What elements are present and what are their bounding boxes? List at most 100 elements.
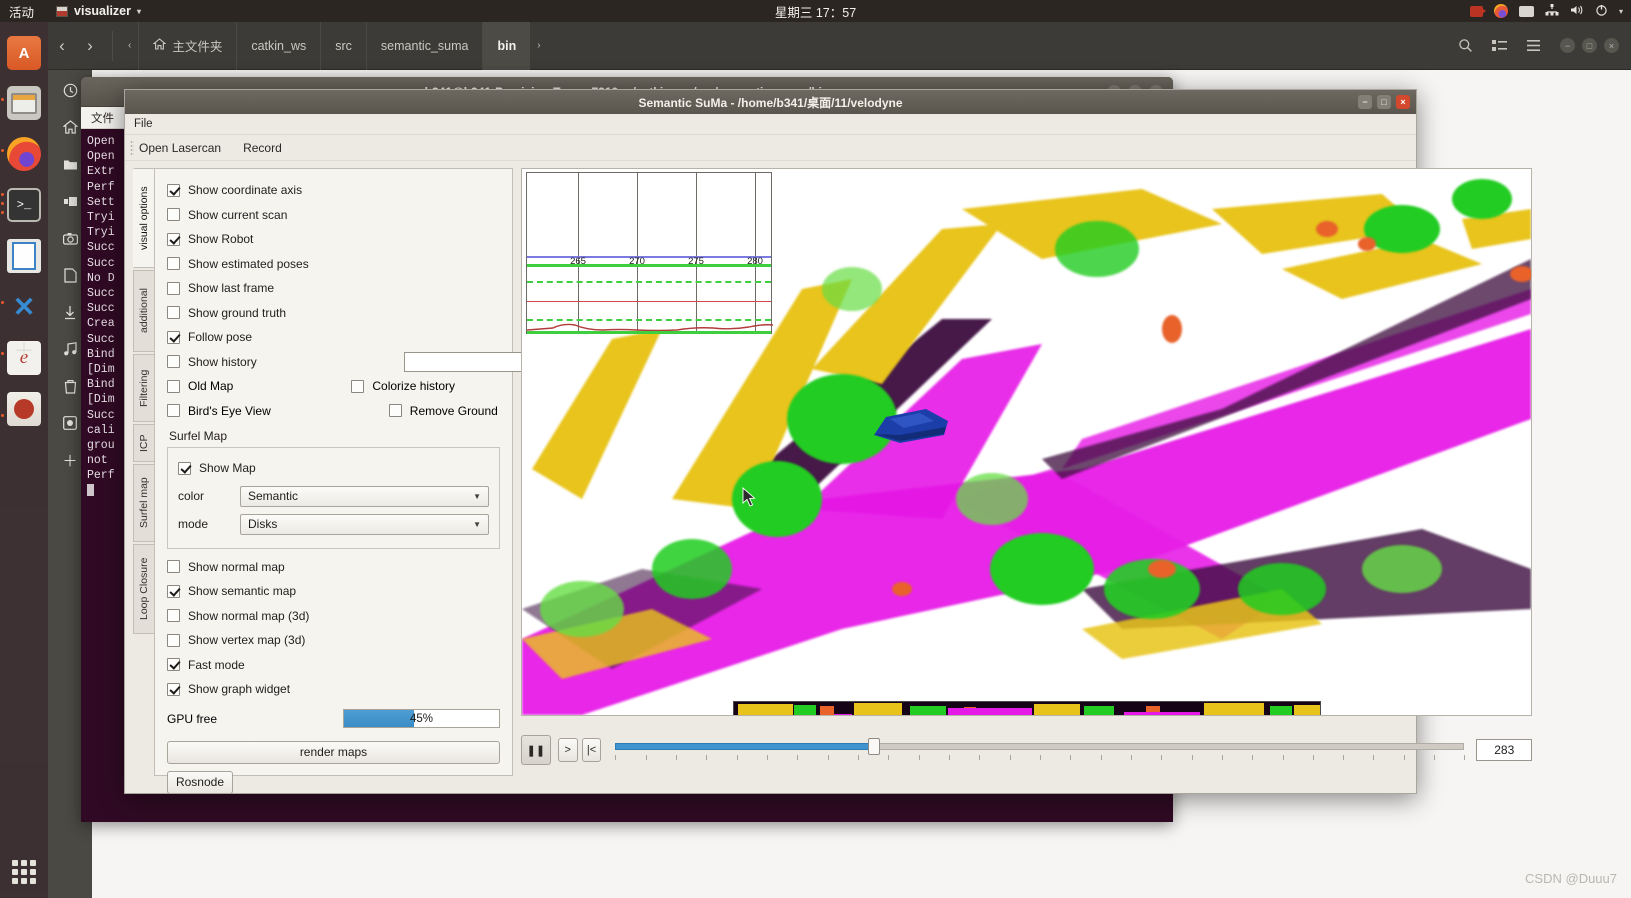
recent-icon[interactable] (60, 80, 80, 100)
breadcrumb-item-semantic-suma[interactable]: semantic_suma (365, 21, 483, 70)
render-maps-button[interactable]: render maps (167, 740, 500, 764)
checkbox-icon[interactable] (167, 560, 180, 574)
power-icon[interactable] (1595, 4, 1608, 19)
dock-item-ubuntu-software[interactable] (7, 36, 41, 70)
active-app-menu[interactable]: visualizer ▾ (56, 4, 141, 18)
checkbox-icon[interactable] (167, 633, 180, 647)
breadcrumb-item-bin[interactable]: bin (482, 21, 531, 70)
checkbox-show-normal-map[interactable]: Show normal map (167, 555, 500, 580)
show-applications-button[interactable] (12, 860, 36, 884)
mode-dropdown[interactable]: Disks ▼ (240, 513, 489, 535)
breadcrumb-collapse-icon[interactable]: ‹ (121, 40, 138, 51)
trash-icon[interactable] (60, 376, 80, 396)
breadcrumb-item-catkin-ws[interactable]: catkin_ws (236, 21, 320, 70)
network-icon[interactable] (1545, 3, 1559, 19)
checkbox-icon[interactable] (167, 584, 180, 598)
drive-icon[interactable] (60, 413, 80, 433)
breadcrumb-next-icon[interactable]: › (530, 40, 547, 51)
search-icon[interactable] (1448, 22, 1482, 70)
clock[interactable]: 星期三 17：57 (775, 2, 856, 21)
dock-item-firefox[interactable] (7, 137, 41, 171)
tab-loop-closure[interactable]: Loop Closure (133, 544, 155, 634)
checkbox-icon[interactable] (167, 232, 180, 246)
checkbox-colorize-history[interactable]: Colorize history (351, 379, 455, 393)
tab-filtering[interactable]: Filtering (133, 354, 155, 422)
menu-file[interactable]: File (134, 118, 153, 130)
home-icon[interactable] (60, 117, 80, 137)
checkbox-show-estimated-poses[interactable]: Show estimated poses (167, 252, 500, 277)
checkbox-icon[interactable] (167, 257, 180, 271)
folder-icon[interactable] (60, 154, 80, 174)
minimize-button[interactable]: − (1560, 38, 1575, 53)
checkbox-show-graph-widget[interactable]: Show graph widget (167, 677, 500, 702)
recorder-icon[interactable] (1469, 5, 1486, 17)
rosnode-button[interactable]: Rosnode (167, 770, 233, 794)
view-list-icon[interactable] (1482, 22, 1516, 70)
tray-chevron-down-icon[interactable]: ▾ (1619, 7, 1623, 16)
color-dropdown[interactable]: Semantic ▼ (240, 485, 489, 507)
checkbox-show-last-frame[interactable]: Show last frame (167, 276, 500, 301)
menu-icon[interactable] (1516, 22, 1550, 70)
checkbox-show-coordinate-axis[interactable]: Show coordinate axis (167, 178, 500, 203)
checkbox-icon[interactable] (167, 208, 180, 222)
frame-number-field[interactable]: 283 (1476, 739, 1533, 761)
close-button[interactable]: × (1396, 95, 1410, 109)
record-button[interactable]: Record (243, 141, 282, 155)
dock-item-vscode[interactable]: ✕ (7, 290, 41, 324)
suma-titlebar[interactable]: Semantic SuMa - /home/b341/桌面/11/velodyn… (125, 90, 1416, 114)
checkbox-icon[interactable] (167, 281, 180, 295)
checkbox-icon[interactable] (167, 404, 180, 418)
dock-item-add[interactable]: ＋ (7, 333, 41, 367)
firefox-icon[interactable] (1493, 4, 1508, 18)
tab-surfel-map[interactable]: Surfel map (133, 464, 155, 542)
checkbox-remove-ground[interactable]: Remove Ground (388, 404, 498, 418)
activities-button[interactable]: 活动 (9, 2, 34, 21)
toolbar-grip-handle[interactable] (130, 139, 134, 156)
checkbox-icon[interactable] (167, 183, 180, 197)
pointcloud-viewer[interactable]: 265 270 275 280 (521, 168, 1532, 716)
checkbox-follow-pose[interactable]: Follow pose (167, 325, 500, 350)
terminal-menu-file[interactable]: 文件 (91, 110, 114, 126)
checkbox-icon[interactable] (167, 658, 180, 672)
maximize-button[interactable]: □ (1582, 38, 1597, 53)
downloads-icon[interactable] (60, 302, 80, 322)
back-button[interactable]: ‹ (48, 32, 76, 60)
dock-item-suma[interactable] (7, 392, 41, 426)
checkbox-show-ground-truth[interactable]: Show ground truth (167, 301, 500, 326)
volume-icon[interactable] (1570, 4, 1584, 19)
bookmark-icon[interactable] (60, 191, 80, 211)
forward-button[interactable]: › (76, 32, 104, 60)
checkbox-show-semantic-map[interactable]: Show semantic map (167, 579, 500, 604)
checkbox-show-vertex-map-3d[interactable]: Show vertex map (3d) (167, 628, 500, 653)
checkbox-icon[interactable] (167, 609, 180, 623)
checkbox-icon[interactable] (167, 306, 180, 320)
pause-button[interactable]: ❚❚ (521, 735, 551, 765)
dock-item-files[interactable] (7, 86, 41, 120)
music-icon[interactable] (60, 339, 80, 359)
checkbox-icon[interactable] (167, 379, 180, 393)
tab-additional[interactable]: additional (133, 270, 155, 352)
checkbox-show-normal-map-3d[interactable]: Show normal map (3d) (167, 604, 500, 629)
checkbox-fast-mode[interactable]: Fast mode (167, 653, 500, 678)
camera-icon[interactable] (60, 228, 80, 248)
timeline-slider[interactable] (615, 735, 1466, 765)
checkbox-icon[interactable] (351, 379, 365, 393)
checkbox-show-map[interactable]: Show Map (178, 456, 489, 481)
document-icon[interactable] (60, 265, 80, 285)
history-stepper[interactable]: ▲ ▼ (404, 351, 572, 372)
checkbox-icon[interactable] (167, 682, 180, 696)
graph-widget[interactable]: 265 270 275 280 (526, 172, 773, 334)
play-button[interactable]: > (557, 738, 578, 762)
keyboard-icon[interactable] (1518, 5, 1534, 17)
checkbox-icon[interactable] (167, 330, 180, 344)
checkbox-icon[interactable] (178, 461, 191, 475)
dock-item-libreoffice[interactable] (7, 239, 41, 273)
checkbox-show-robot[interactable]: Show Robot (167, 227, 500, 252)
maximize-button[interactable]: □ (1377, 95, 1391, 109)
add-icon[interactable]: ＋ (60, 450, 80, 470)
slider-handle[interactable] (868, 738, 881, 755)
tab-visual-options[interactable]: visual options (133, 168, 155, 268)
checkbox-icon[interactable] (167, 355, 180, 369)
checkbox-icon[interactable] (388, 404, 402, 418)
tab-icp[interactable]: ICP (133, 424, 155, 462)
